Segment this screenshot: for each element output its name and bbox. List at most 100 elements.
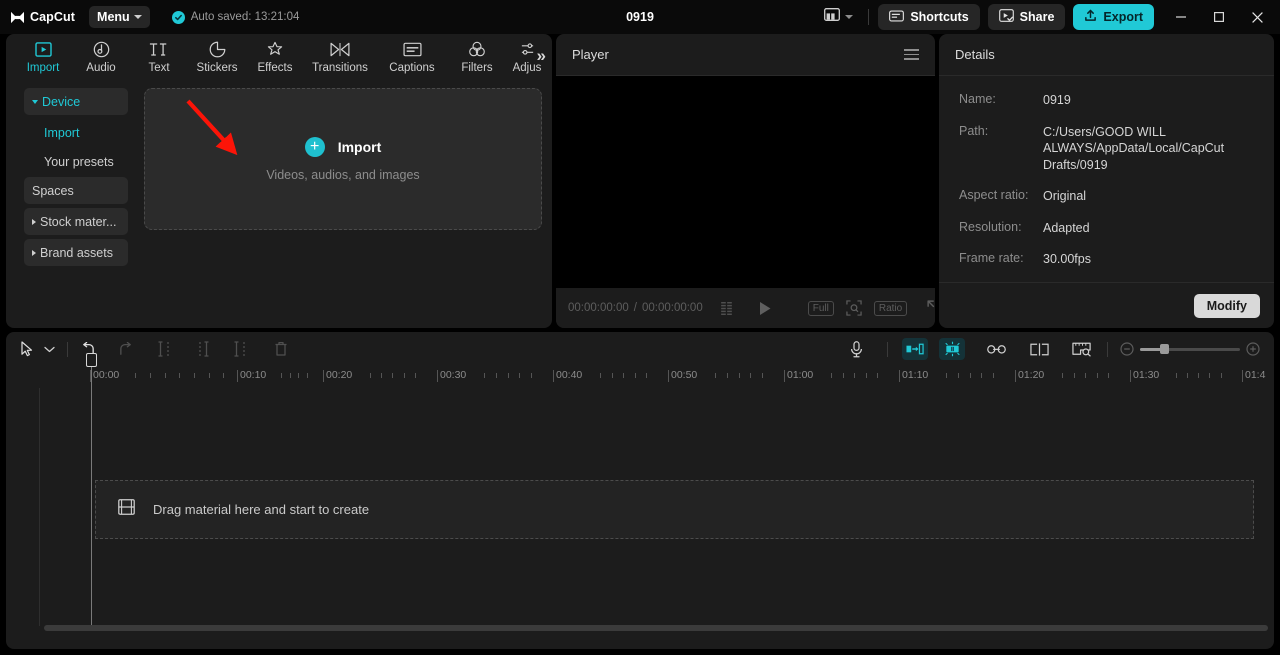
ruler-zoom-icon[interactable] xyxy=(1069,338,1095,360)
tab-import[interactable]: Import xyxy=(14,34,72,80)
trash-icon[interactable] xyxy=(274,341,288,357)
ratio-button[interactable]: Ratio xyxy=(873,300,908,316)
share-button[interactable]: Share xyxy=(987,4,1066,30)
title-bar: CapCut Menu Auto saved: 13:21:04 0919 Sh… xyxy=(0,0,1280,34)
nav-item-brand-assets[interactable]: Brand assets xyxy=(24,239,128,266)
tab-captions[interactable]: Captions xyxy=(376,34,448,80)
layout-button[interactable] xyxy=(818,4,859,30)
layout-icon xyxy=(824,8,841,26)
row-label: Path: xyxy=(959,123,989,138)
tab-audio[interactable]: Audio xyxy=(72,34,130,80)
details-row-path: Path: C:/Users/GOOD WILL ALWAYS/AppData/… xyxy=(959,124,1254,174)
check-circle-icon xyxy=(171,10,185,24)
export-button[interactable]: Export xyxy=(1073,4,1154,30)
close-button[interactable] xyxy=(1238,0,1276,34)
ruler-major-tick xyxy=(237,370,238,382)
zoom-out-icon[interactable] xyxy=(1120,342,1134,356)
import-label: Import xyxy=(337,138,382,155)
ruler-minor-tick xyxy=(369,373,371,378)
zoom-in-icon[interactable] xyxy=(1246,342,1260,356)
media-body: Device Import Your presets Spaces Stock … xyxy=(6,80,552,328)
shortcuts-label: Shortcuts xyxy=(910,10,969,24)
ruler-major-tick xyxy=(1130,370,1131,382)
hamburger-icon[interactable] xyxy=(904,48,919,61)
shortcuts-button[interactable]: Shortcuts xyxy=(878,4,980,30)
zoom-slider-fill xyxy=(1140,347,1162,351)
nav-item-spaces[interactable]: Spaces xyxy=(24,177,128,204)
crop-icon[interactable] xyxy=(846,300,862,316)
film-strip-icon xyxy=(118,499,135,520)
ruler-minor-tick xyxy=(149,373,151,378)
import-dropzone[interactable]: + Import Videos, audios, and images xyxy=(144,88,542,230)
mirror-icon[interactable] xyxy=(939,338,965,360)
tab-filters[interactable]: Filters xyxy=(448,34,506,80)
quality-bars-icon[interactable] xyxy=(720,301,738,315)
redo-icon[interactable] xyxy=(118,341,134,357)
tab-stickers[interactable]: Stickers xyxy=(188,34,246,80)
ruler-major-tick xyxy=(1242,370,1243,382)
ruler-minor-tick xyxy=(306,373,308,378)
details-row-name: Name: 0919 xyxy=(959,92,1254,109)
captions-icon xyxy=(402,40,422,59)
ruler-major-tick xyxy=(1015,370,1016,382)
modify-button[interactable]: Modify xyxy=(1193,293,1260,318)
zoom-slider[interactable] xyxy=(1140,344,1240,354)
zoom-slider-knob[interactable] xyxy=(1160,344,1169,354)
cursor-dropdown-icon[interactable] xyxy=(44,346,55,353)
split-screen-icon[interactable] xyxy=(1026,338,1052,360)
chevron-double-right-icon[interactable]: » xyxy=(537,47,546,64)
trim-right-icon[interactable] xyxy=(234,341,248,357)
chevron-right-icon xyxy=(32,249,36,256)
cursor-icon[interactable] xyxy=(20,341,35,357)
media-panel: Import Audio Text Stickers Effects Trans… xyxy=(6,34,552,328)
link-icon[interactable] xyxy=(983,338,1009,360)
nav-item-import[interactable]: Import xyxy=(24,119,128,146)
nav-item-device[interactable]: Device xyxy=(24,88,128,115)
ruler-major-tick xyxy=(553,370,554,382)
ruler-minor-tick xyxy=(1175,373,1177,378)
ruler-minor-tick xyxy=(507,373,509,378)
ruler-label: 01:10 xyxy=(902,369,929,381)
tab-label: Captions xyxy=(389,62,435,74)
tab-transitions[interactable]: Transitions xyxy=(304,34,376,80)
ruler-minor-tick xyxy=(611,373,613,378)
playhead-handle[interactable] xyxy=(86,353,97,367)
chevron-down-icon xyxy=(32,99,38,104)
ruler-minor-tick xyxy=(715,373,717,378)
nav-item-your-presets[interactable]: Your presets xyxy=(24,148,128,175)
minimize-button[interactable] xyxy=(1162,0,1200,34)
filters-icon xyxy=(468,40,486,59)
player-header: Player xyxy=(556,34,935,76)
ruler-label: 00:30 xyxy=(440,369,467,381)
menu-button[interactable]: Menu xyxy=(89,6,150,28)
ruler-minor-tick xyxy=(877,373,878,378)
tab-label: Audio xyxy=(86,62,116,74)
time-separator: / xyxy=(633,302,637,314)
ruler-minor-tick xyxy=(289,373,291,378)
ruler-minor-tick xyxy=(381,373,382,378)
row-value: 0919 xyxy=(1043,93,1071,107)
trim-left-icon[interactable] xyxy=(196,341,210,357)
split-icon[interactable] xyxy=(158,341,172,357)
fullscreen-icon[interactable] xyxy=(927,300,935,316)
playhead[interactable] xyxy=(86,353,97,626)
ruler-label: 00:10 xyxy=(240,369,267,381)
drag-material-placeholder[interactable]: Drag material here and start to create xyxy=(95,480,1254,539)
autosave-status: Auto saved: 13:21:04 xyxy=(171,10,299,24)
timeline-hscrollbar[interactable] xyxy=(44,625,1268,631)
export-label: Export xyxy=(1103,10,1143,24)
ruler-label: 01:30 xyxy=(1133,369,1160,381)
maximize-button[interactable] xyxy=(1200,0,1238,34)
tab-effects[interactable]: Effects xyxy=(246,34,304,80)
player-stage[interactable] xyxy=(556,76,935,288)
play-icon[interactable] xyxy=(758,301,772,316)
fit-clip-icon[interactable] xyxy=(902,338,928,360)
ruler-minor-tick xyxy=(981,373,983,378)
timeline-ruler[interactable]: 00:00 00:10 00:20 00:30 00:40 00:50 01:00 01:10… xyxy=(6,366,1274,388)
full-button[interactable]: Full xyxy=(807,300,834,316)
details-row-resolution: Resolution: Adapted xyxy=(959,220,1254,237)
microphone-icon[interactable] xyxy=(843,338,869,360)
nav-item-stock-materials[interactable]: Stock mater... xyxy=(24,208,128,235)
nav-label: Brand assets xyxy=(40,245,113,260)
tab-text[interactable]: Text xyxy=(130,34,188,80)
